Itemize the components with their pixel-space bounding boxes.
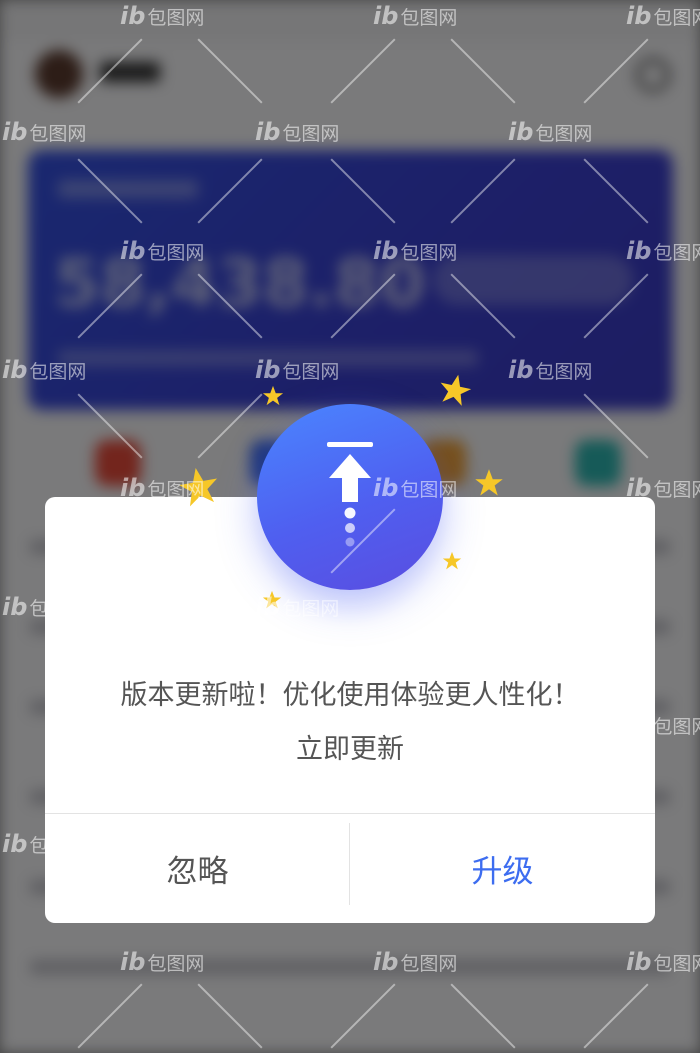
star-icon bbox=[179, 468, 218, 507]
star-icon bbox=[442, 551, 462, 570]
message-line-2: 立即更新 bbox=[296, 734, 404, 765]
ignore-button[interactable]: 忽略 bbox=[45, 814, 350, 923]
star-icon bbox=[262, 385, 284, 406]
message-line-1: 版本更新啦！优化使用体验更人性化！ bbox=[120, 680, 580, 711]
star-icon bbox=[440, 374, 472, 406]
upgrade-button[interactable]: 升级 bbox=[350, 814, 655, 923]
star-icon bbox=[262, 590, 282, 609]
upgrade-badge bbox=[257, 404, 443, 590]
star-icon bbox=[475, 469, 503, 496]
update-message: 版本更新啦！优化使用体验更人性化！ 立即更新 bbox=[45, 669, 655, 777]
upload-arrow-icon bbox=[327, 442, 373, 547]
